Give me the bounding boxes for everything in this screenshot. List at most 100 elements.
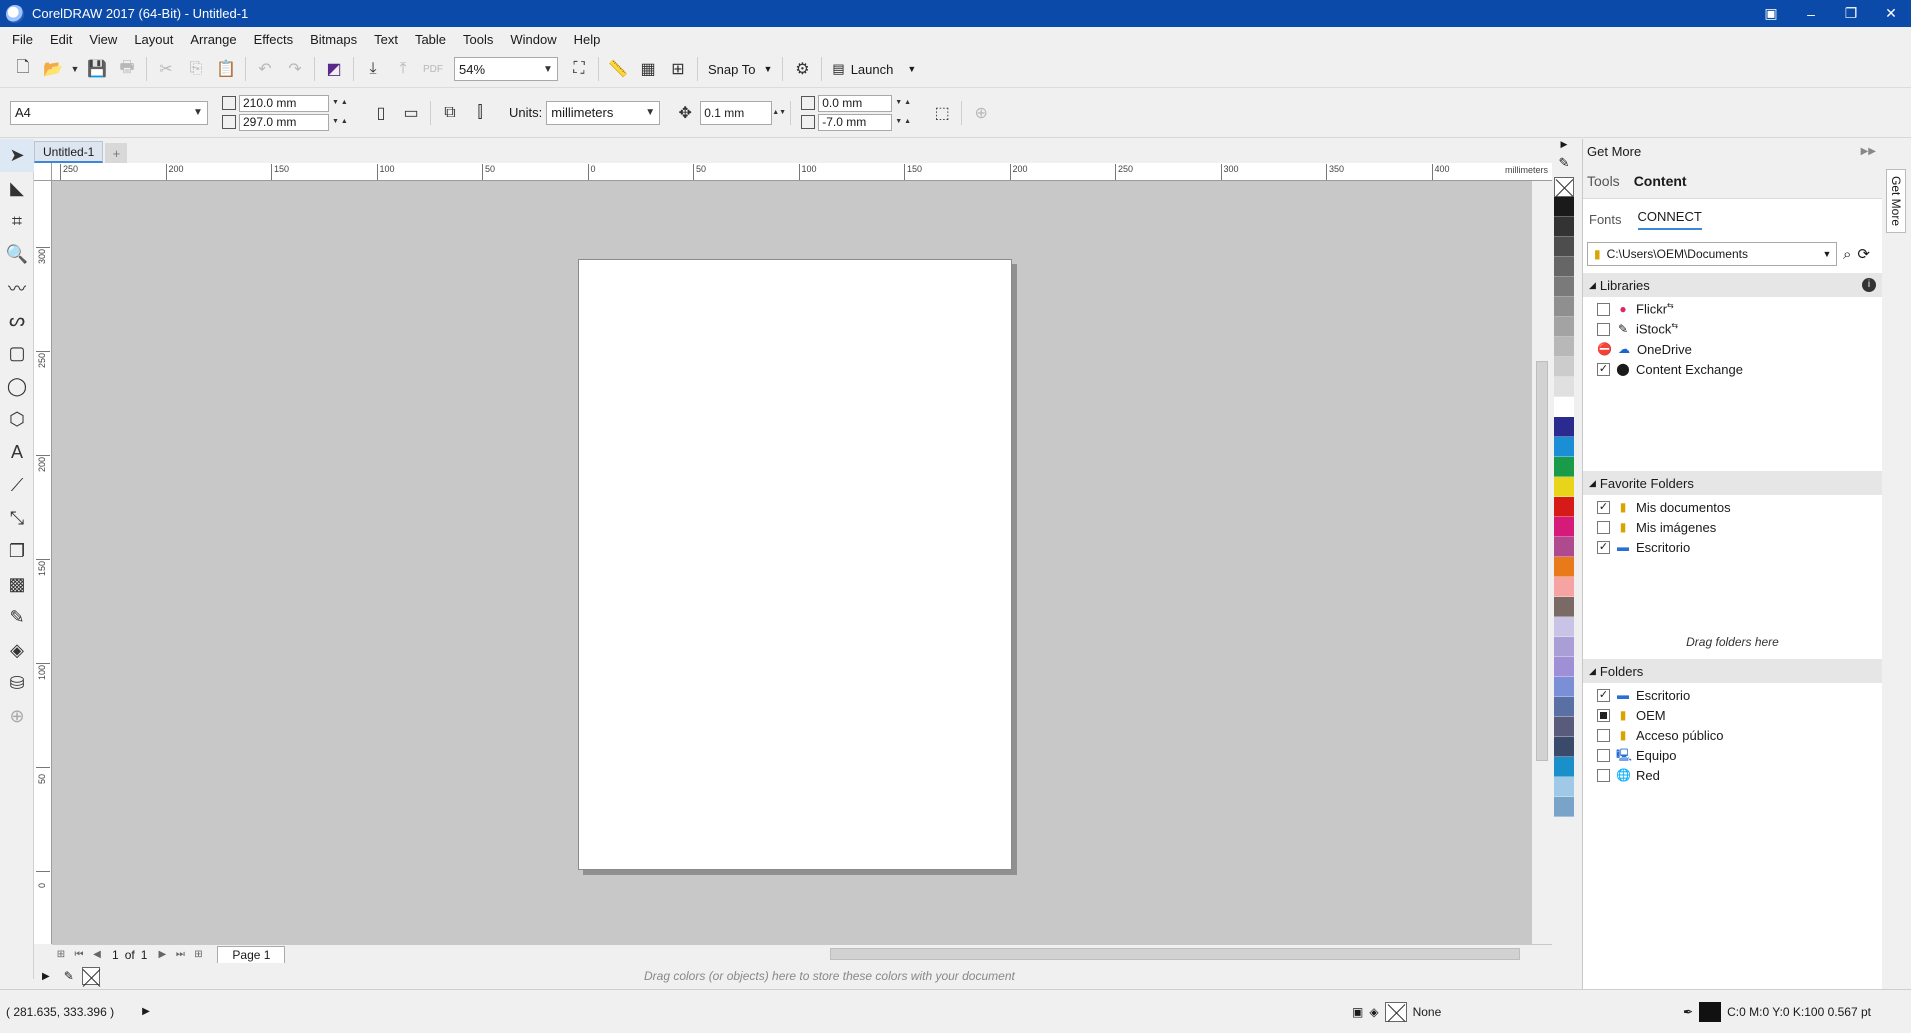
transparency-tool-icon[interactable]: ▩ [0,568,34,601]
paste-icon[interactable]: 📋 [211,55,241,83]
list-item[interactable]: ✓ ▬ Escritorio [1583,685,1882,705]
color-eyedropper-tool-icon[interactable]: ✎ [0,601,34,634]
eyedropper-icon[interactable]: ✎ [64,969,74,983]
list-item[interactable]: ▮ Mis imágenes [1583,517,1882,537]
rectangle-tool-icon[interactable]: ▢ [0,337,34,370]
polygon-tool-icon[interactable]: ⬡ [0,403,34,436]
folder-checkbox[interactable] [1597,728,1610,742]
redo-icon[interactable]: ↷ [280,55,310,83]
connector-tool-icon[interactable]: ⤡ [0,502,34,535]
quick-customize-icon[interactable]: ⊕ [0,700,34,733]
horizontal-scrollbar[interactable] [810,947,1525,961]
color-swatch[interactable] [1554,197,1574,217]
folder-checkbox[interactable] [1597,768,1610,782]
color-swatch[interactable] [1554,357,1574,377]
menu-effects[interactable]: Effects [248,32,305,47]
minimize-button[interactable]: – [1791,0,1831,27]
publish-pdf-icon[interactable]: PDF [418,55,448,83]
show-rulers-icon[interactable]: 📏 [603,55,633,83]
export-icon[interactable]: ⤒ [388,55,418,83]
color-swatch[interactable] [1554,797,1574,817]
color-proof-icon[interactable]: ▣ [1352,1005,1363,1019]
nudge-stepper[interactable]: ▲▼ [772,109,786,117]
color-swatch[interactable] [1554,597,1574,617]
list-item[interactable]: ✎ iStock⇆ [1583,319,1882,339]
library-checkbox[interactable] [1597,302,1610,316]
current-page-icon[interactable]: ⫿ [465,99,495,127]
drawing-canvas[interactable] [52,181,1532,944]
no-color-swatch[interactable] [81,967,100,985]
menu-tools[interactable]: Tools [457,32,504,47]
pick-tool-icon[interactable]: ➤ [0,139,34,172]
landscape-icon[interactable]: ▭ [396,99,426,127]
zoom-level-select[interactable]: 54% ▼ [454,57,558,81]
menu-view[interactable]: View [83,32,128,47]
color-swatch[interactable] [1554,477,1574,497]
vertical-ruler[interactable]: 300 250 200 150 100 50 0 [34,181,52,944]
add-page-before-icon[interactable]: ⊞ [52,949,70,960]
color-swatch[interactable] [1554,297,1574,317]
page-height-input[interactable]: 297.0 mm [239,113,329,131]
menu-text[interactable]: Text [368,32,409,47]
folder-checkbox[interactable] [1597,708,1610,722]
color-swatch[interactable] [1554,377,1574,397]
last-page-icon[interactable]: ⏭ [171,949,189,960]
horizontal-scroll-thumb[interactable] [830,948,1520,960]
treat-as-filled-icon[interactable]: ⬚ [927,99,957,127]
page-width-stepper[interactable]: ▼ ▲ [332,99,356,107]
eyedropper-icon[interactable]: ✎ [1553,155,1575,177]
favorite-folders-header[interactable]: ◢ Favorite Folders [1583,471,1882,495]
folder-checkbox[interactable] [1597,748,1610,762]
import-icon[interactable]: ⤓ [358,55,388,83]
snap-to-button[interactable]: Snap To ▼ [702,62,778,77]
list-item[interactable]: ⛔ ☁ OneDrive [1583,339,1882,359]
full-screen-preview-icon[interactable]: ⛶ [564,55,594,83]
next-page-icon[interactable]: ▶ [153,949,171,960]
list-item[interactable]: ● Flickr⇆ [1583,299,1882,319]
color-swatch[interactable] [1554,657,1574,677]
refresh-icon[interactable]: ⟳ [1857,245,1870,263]
show-grid-icon[interactable]: ▦ [633,55,663,83]
get-more-side-tab[interactable]: Get More [1886,169,1906,234]
color-swatch[interactable] [1554,717,1574,737]
expand-palette-icon[interactable]: ▶ [42,971,50,982]
duplicate-x-input[interactable]: 0.0 mm [818,94,893,112]
folder-checkbox[interactable] [1597,520,1610,534]
show-guidelines-icon[interactable]: ⊞ [663,55,693,83]
duplicate-x-stepper[interactable]: ▼ ▲ [895,99,919,107]
color-swatch[interactable] [1554,257,1574,277]
collapse-docker-icon[interactable]: ▶▶ [1861,146,1876,157]
menu-bitmaps[interactable]: Bitmaps [304,32,368,47]
color-swatch[interactable] [1554,417,1574,437]
color-swatch[interactable] [1554,677,1574,697]
parallel-dimension-tool-icon[interactable]: ⟋ [0,469,34,502]
status-expand-icon[interactable]: ▶ [142,1006,150,1017]
new-document-icon[interactable]: 🗋 [8,55,38,83]
previous-page-icon[interactable]: ◀ [88,949,106,960]
drop-shadow-tool-icon[interactable]: ❐ [0,535,34,568]
list-item[interactable]: ✓ ▬ Escritorio [1583,537,1882,557]
add-document-icon[interactable]: + [105,143,128,163]
color-swatch[interactable] [1554,237,1574,257]
artistic-media-tool-icon[interactable]: ᔕ [0,304,34,337]
color-swatch[interactable] [1554,577,1574,597]
nudge-distance-input[interactable]: 0.1 mm [700,100,773,125]
quick-customize-icon[interactable]: ⊕ [966,99,996,127]
cut-icon[interactable]: ✂ [151,55,181,83]
vertical-scrollbar[interactable] [1532,181,1552,944]
ellipse-tool-icon[interactable]: ◯ [0,370,34,403]
color-swatch[interactable] [1554,537,1574,557]
outline-indicator[interactable]: ✒ C:0 M:0 Y:0 K:100 0.567 pt [1683,1001,1871,1022]
search-content-icon[interactable]: ◩ [319,55,349,83]
menu-window[interactable]: Window [504,32,567,47]
copy-icon[interactable]: ⎘ [181,55,211,83]
text-tool-icon[interactable]: A [0,436,34,469]
close-button[interactable]: ✕ [1871,0,1911,27]
color-swatch[interactable] [1554,217,1574,237]
list-item[interactable]: 🌐 Red [1583,765,1882,785]
menu-file[interactable]: File [6,32,44,47]
color-swatch[interactable] [1554,437,1574,457]
folders-header[interactable]: ◢ Folders [1583,659,1882,683]
library-checkbox[interactable]: ✓ [1597,362,1610,376]
subtab-connect[interactable]: CONNECT [1637,209,1702,230]
